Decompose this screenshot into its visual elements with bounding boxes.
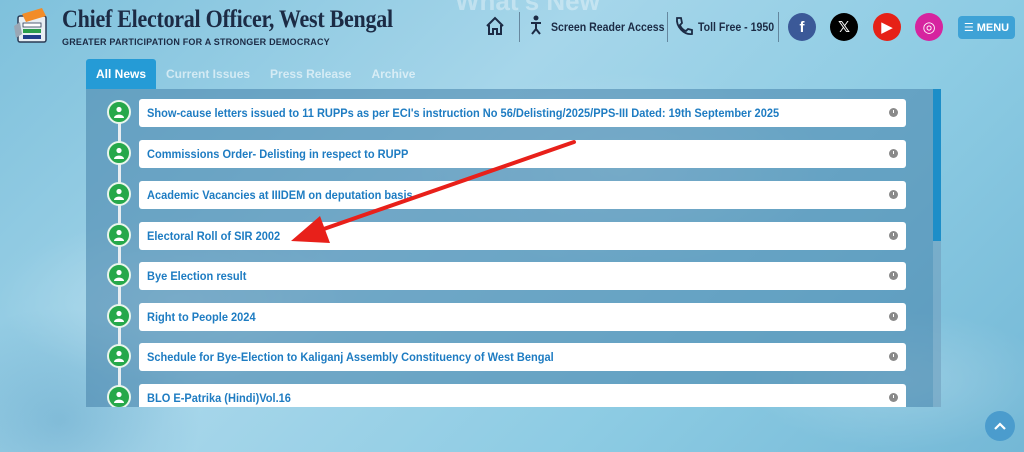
news-card[interactable]: Electoral Roll of SIR 2002 <box>139 222 906 250</box>
header-divider <box>778 12 779 42</box>
clock-icon <box>889 393 898 402</box>
news-link[interactable]: Electoral Roll of SIR 2002 <box>147 229 280 243</box>
news-tabs: All News Current Issues Press Release Ar… <box>86 59 425 89</box>
phone-icon[interactable] <box>672 14 694 38</box>
user-icon <box>107 100 131 124</box>
news-link[interactable]: Right to People 2024 <box>147 310 256 324</box>
tab-press-release[interactable]: Press Release <box>260 59 361 89</box>
news-item[interactable]: Schedule for Bye-Election to Kaliganj As… <box>86 343 926 371</box>
screen-reader-link[interactable]: Screen Reader Access <box>551 20 665 34</box>
menu-button[interactable]: ☰ MENU <box>958 16 1015 39</box>
user-icon <box>107 385 131 407</box>
news-card[interactable]: Right to People 2024 <box>139 303 906 331</box>
clock-icon <box>889 352 898 361</box>
home-icon[interactable] <box>484 14 506 38</box>
tab-all-news[interactable]: All News <box>86 59 157 89</box>
clock-icon <box>889 108 898 117</box>
clock-icon <box>889 312 898 321</box>
hamburger-icon: ☰ <box>963 22 974 34</box>
news-item[interactable]: Academic Vacancies at IIIDEM on deputati… <box>86 181 926 209</box>
user-icon <box>107 182 131 206</box>
youtube-icon[interactable]: ▶ <box>873 13 901 41</box>
tab-archive[interactable]: Archive <box>361 59 425 89</box>
news-item[interactable]: Electoral Roll of SIR 2002 <box>86 222 926 250</box>
news-item[interactable]: Show-cause letters issued to 11 RUPPs as… <box>86 99 926 127</box>
site-title[interactable]: Chief Electoral Officer, West Bengal <box>62 6 393 34</box>
facebook-icon[interactable]: f <box>788 13 816 41</box>
accessibility-icon[interactable] <box>524 14 546 38</box>
election-logo[interactable] <box>12 6 56 48</box>
news-panel: Show-cause letters issued to 11 RUPPs as… <box>86 89 941 407</box>
back-to-top-button[interactable] <box>985 411 1015 441</box>
news-link[interactable]: Schedule for Bye-Election to Kaliganj As… <box>147 350 554 364</box>
site-header: Chief Electoral Officer, West Bengal GRE… <box>0 0 1024 56</box>
toll-free-link[interactable]: Toll Free - 1950 <box>698 20 774 34</box>
header-divider <box>519 12 520 42</box>
tab-current-issues[interactable]: Current Issues <box>156 59 260 89</box>
news-item[interactable]: Right to People 2024 <box>86 303 926 331</box>
chevron-up-icon <box>994 422 1006 430</box>
news-card[interactable]: BLO E-Patrika (Hindi)Vol.16 <box>139 384 906 407</box>
scrollbar-track[interactable] <box>933 89 941 407</box>
clock-icon <box>889 271 898 280</box>
user-icon <box>107 223 131 247</box>
news-item[interactable]: Bye Election result <box>86 262 926 290</box>
news-link[interactable]: BLO E-Patrika (Hindi)Vol.16 <box>147 391 291 405</box>
news-card[interactable]: Schedule for Bye-Election to Kaliganj As… <box>139 343 906 371</box>
news-item[interactable]: Commissions Order- Delisting in respect … <box>86 140 926 168</box>
menu-label: MENU <box>976 21 1010 34</box>
header-divider <box>667 12 668 42</box>
news-card[interactable]: Show-cause letters issued to 11 RUPPs as… <box>139 99 906 127</box>
scrollbar-thumb[interactable] <box>933 89 941 241</box>
user-icon <box>107 304 131 328</box>
news-card[interactable]: Commissions Order- Delisting in respect … <box>139 140 906 168</box>
news-link[interactable]: Bye Election result <box>147 269 246 283</box>
clock-icon <box>889 231 898 240</box>
user-icon <box>107 141 131 165</box>
clock-icon <box>889 190 898 199</box>
news-item[interactable]: BLO E-Patrika (Hindi)Vol.16 <box>86 384 926 407</box>
instagram-icon[interactable]: ◎ <box>915 13 943 41</box>
x-icon[interactable]: 𝕏 <box>830 13 858 41</box>
clock-icon <box>889 149 898 158</box>
news-link[interactable]: Show-cause letters issued to 11 RUPPs as… <box>147 106 779 120</box>
news-card[interactable]: Bye Election result <box>139 262 906 290</box>
news-link[interactable]: Academic Vacancies at IIIDEM on deputati… <box>147 188 413 202</box>
news-card[interactable]: Academic Vacancies at IIIDEM on deputati… <box>139 181 906 209</box>
site-tagline: GREATER PARTICIPATION FOR A STRONGER DEM… <box>62 37 330 47</box>
user-icon <box>107 263 131 287</box>
user-icon <box>107 344 131 368</box>
news-link[interactable]: Commissions Order- Delisting in respect … <box>147 147 408 161</box>
